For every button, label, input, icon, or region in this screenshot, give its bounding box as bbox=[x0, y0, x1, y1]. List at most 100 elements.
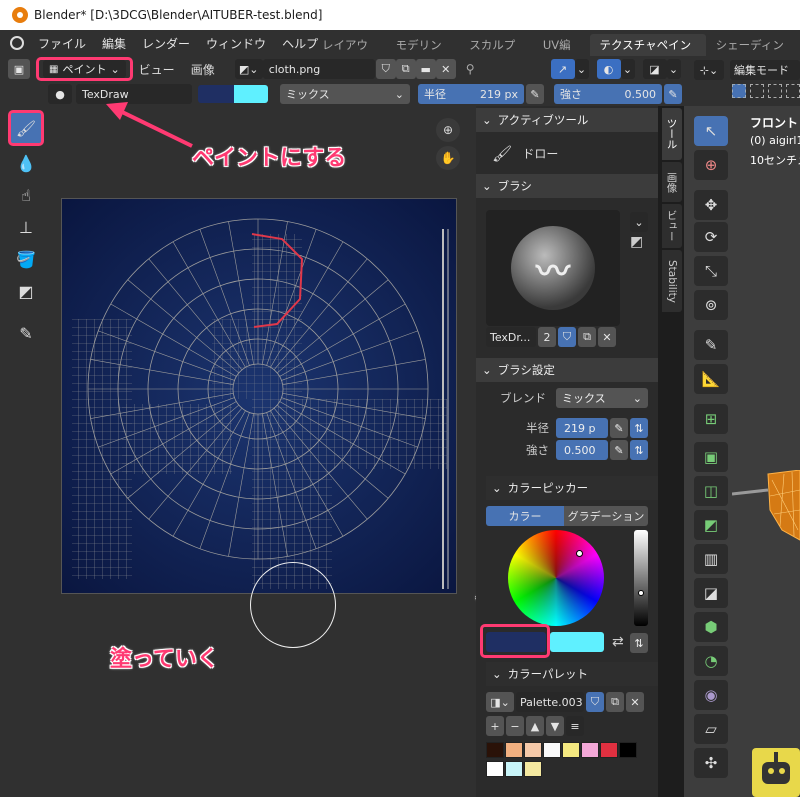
palette-swatch[interactable] bbox=[505, 742, 523, 758]
sidebar-tab-view[interactable]: ビュー bbox=[662, 204, 682, 248]
knife-tool[interactable]: ◪ bbox=[694, 578, 728, 608]
bevel-tool[interactable]: ◩ bbox=[694, 510, 728, 540]
panel-header-active-tool[interactable]: ⌄ アクティブツール bbox=[476, 108, 658, 132]
color-wheel[interactable] bbox=[508, 530, 604, 626]
select-invert-icon[interactable] bbox=[786, 84, 800, 98]
primary-color-panel[interactable] bbox=[486, 632, 546, 652]
palette-swatch[interactable] bbox=[619, 742, 637, 758]
pin-icon[interactable]: ⚲ bbox=[466, 62, 475, 76]
strength-field-panel[interactable]: 0.500 bbox=[556, 440, 608, 460]
fake-user-shield-icon[interactable]: ⛉ bbox=[586, 692, 604, 712]
unified-radius-icon[interactable]: ⇅ bbox=[630, 418, 648, 438]
open-folder-icon[interactable]: ▬ bbox=[415, 59, 436, 79]
brush-preview-icon[interactable]: ● bbox=[48, 84, 72, 104]
sort-icon[interactable]: ≡ bbox=[566, 716, 584, 736]
panel-header-brush[interactable]: ⌄ ブラシ bbox=[476, 174, 658, 198]
image-preview-icon[interactable]: ◩ bbox=[630, 234, 648, 252]
duplicate-palette-icon[interactable]: ⧉ bbox=[606, 692, 624, 712]
transform-pivot-icon[interactable]: ⊹⌄ bbox=[694, 60, 724, 80]
unified-color-icon[interactable]: ⇅ bbox=[630, 633, 648, 653]
radius-field-panel[interactable]: 219 p bbox=[556, 418, 608, 438]
tab-layout[interactable]: レイアウト bbox=[312, 34, 386, 74]
strength-pressure-icon[interactable]: ✎ bbox=[610, 440, 628, 460]
chevron-down-icon[interactable]: ⌄ bbox=[630, 212, 648, 232]
strength-pressure-icon[interactable]: ✎ bbox=[664, 84, 682, 104]
duplicate-image-icon[interactable]: ⧉ bbox=[395, 59, 416, 79]
sidebar-tab-stability[interactable]: Stability bbox=[662, 250, 682, 312]
move-up-icon[interactable]: ▲ bbox=[526, 716, 544, 736]
fake-user-shield-icon[interactable]: ⛉ bbox=[375, 59, 396, 79]
clone-tool[interactable]: ⊥ bbox=[11, 212, 41, 242]
tab-texture-paint[interactable]: テクスチャペイント bbox=[589, 34, 706, 74]
add-cube-tool[interactable]: ⊞ bbox=[694, 404, 728, 434]
palette-swatch[interactable] bbox=[486, 742, 504, 758]
panel-header-color-palette[interactable]: ⌄ カラーパレット bbox=[486, 662, 658, 686]
cursor-tool[interactable]: ⊕ bbox=[694, 150, 728, 180]
brush-preview-tile[interactable]: 〰 bbox=[486, 210, 620, 326]
tab-sculpt[interactable]: スカルプト bbox=[459, 34, 533, 74]
fake-user-shield-icon[interactable]: ⛉ bbox=[558, 327, 576, 347]
blend-mode-select[interactable]: ミックス ⌄ bbox=[280, 84, 410, 104]
radius-slider[interactable]: 半径 219 px bbox=[418, 84, 524, 104]
mask-tool[interactable]: ◩ bbox=[11, 276, 41, 306]
color-wheel-cursor[interactable] bbox=[576, 550, 583, 557]
sidebar-tab-image[interactable]: 画像 bbox=[662, 162, 682, 202]
select-tool[interactable]: ↖ bbox=[694, 116, 728, 146]
panel-header-color-picker[interactable]: ⌄ カラーピッカー bbox=[486, 476, 658, 500]
transform-tool[interactable]: ⊚ bbox=[694, 290, 728, 320]
value-slider-handle[interactable] bbox=[638, 590, 644, 596]
smooth-tool[interactable]: ◉ bbox=[694, 680, 728, 710]
palette-swatch[interactable] bbox=[505, 761, 523, 777]
image-browse-button[interactable]: ◩⌄ bbox=[234, 59, 263, 79]
select-box-icon[interactable] bbox=[732, 84, 746, 98]
duplicate-brush-icon[interactable]: ⧉ bbox=[578, 327, 596, 347]
display-channels-icon[interactable]: ◪ bbox=[642, 59, 667, 79]
menu-image[interactable]: 画像 bbox=[191, 61, 215, 78]
overlay-icon[interactable]: ◐ bbox=[596, 59, 621, 79]
spin-tool[interactable]: ◔ bbox=[694, 646, 728, 676]
palette-browse-icon[interactable]: ◨⌄ bbox=[486, 692, 514, 712]
radius-pressure-icon[interactable]: ✎ bbox=[526, 84, 544, 104]
sidebar-tab-tool[interactable]: ツール bbox=[662, 108, 682, 160]
draw-brush-tool[interactable]: 🖌 bbox=[8, 110, 44, 146]
remove-color-icon[interactable]: − bbox=[506, 716, 524, 736]
image-name-field[interactable]: cloth.png bbox=[262, 59, 375, 79]
palette-swatch[interactable] bbox=[562, 742, 580, 758]
zoom-icon[interactable]: ⊕ bbox=[436, 118, 460, 142]
shrink-tool[interactable]: ✣ bbox=[694, 748, 728, 778]
chevron-down-icon[interactable]: ⌄ bbox=[666, 59, 681, 79]
chevron-down-icon[interactable]: ⌄ bbox=[620, 59, 635, 79]
unlink-brush-icon[interactable]: ✕ bbox=[598, 327, 616, 347]
smear-tool[interactable]: ☝ bbox=[11, 180, 41, 210]
soften-tool[interactable]: 💧 bbox=[11, 148, 41, 178]
blend-select-panel[interactable]: ミックス ⌄ bbox=[556, 388, 648, 408]
swap-colors-icon[interactable]: ⇄ bbox=[612, 634, 624, 650]
select-extend-icon[interactable] bbox=[750, 84, 764, 98]
palette-swatch[interactable] bbox=[581, 742, 599, 758]
fill-tool[interactable]: 🪣 bbox=[11, 244, 41, 274]
hand-pan-icon[interactable]: ✋ bbox=[436, 146, 460, 170]
value-slider[interactable] bbox=[634, 530, 648, 626]
loop-cut-tool[interactable]: ▥ bbox=[694, 544, 728, 574]
menu-window[interactable]: ウィンドウ bbox=[198, 35, 274, 52]
menu-edit[interactable]: 編集 bbox=[94, 35, 134, 52]
extrude-tool[interactable]: ▣ bbox=[694, 442, 728, 472]
palette-swatch[interactable] bbox=[524, 761, 542, 777]
edge-slide-tool[interactable]: ▱ bbox=[694, 714, 728, 744]
brush-users-count[interactable]: 2 bbox=[538, 327, 556, 347]
strength-slider[interactable]: 強さ 0.500 bbox=[554, 84, 662, 104]
inset-tool[interactable]: ◫ bbox=[694, 476, 728, 506]
rotate-tool[interactable]: ⟳ bbox=[694, 222, 728, 252]
menu-render[interactable]: レンダー bbox=[134, 35, 198, 52]
menu-file[interactable]: ファイル bbox=[30, 35, 94, 52]
primary-color-swatch[interactable] bbox=[198, 85, 234, 103]
scale-tool[interactable]: ⤡ bbox=[694, 256, 728, 286]
blender-menu-icon[interactable] bbox=[10, 36, 24, 50]
secondary-color-panel[interactable] bbox=[550, 632, 604, 652]
annotate-tool[interactable]: ✎ bbox=[11, 318, 41, 348]
mode-selector[interactable]: ▦ ペイント ⌄ bbox=[43, 60, 126, 78]
poly-build-tool[interactable]: ⬢ bbox=[694, 612, 728, 642]
annotate-3d-tool[interactable]: ✎ bbox=[694, 330, 728, 360]
brush-name-field-panel[interactable]: TexDr... bbox=[486, 327, 536, 347]
tab-shading[interactable]: シェーディング bbox=[706, 34, 800, 74]
